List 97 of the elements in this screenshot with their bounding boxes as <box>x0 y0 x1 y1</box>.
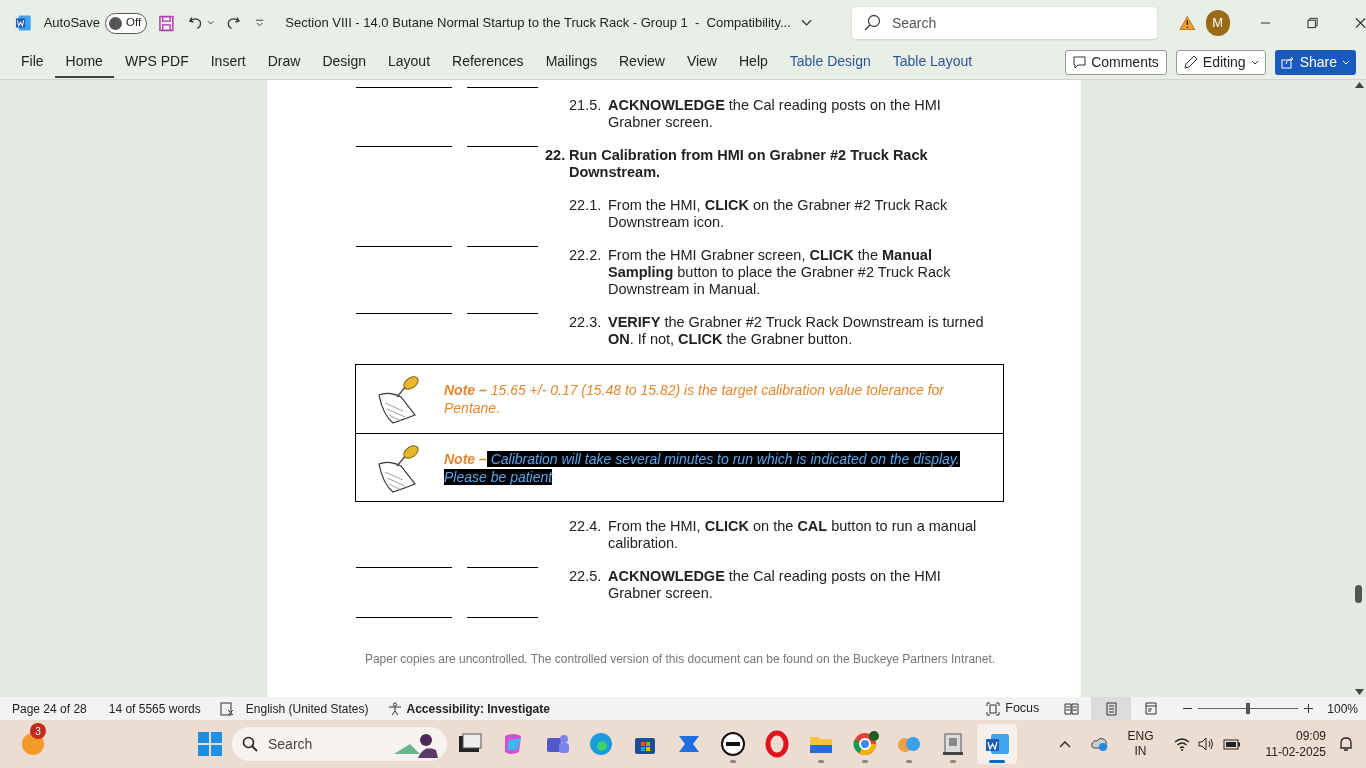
ribbon-tab[interactable]: Mailings <box>534 47 608 78</box>
chevron-down-icon[interactable] <box>800 19 812 27</box>
ribbon-tab[interactable]: Insert <box>199 47 257 78</box>
share-button[interactable]: Share <box>1274 50 1356 75</box>
step-text: Run Calibration from HMI on Grabner #2 Truck Rack Downstream. <box>569 147 929 181</box>
signoff-line <box>467 313 538 314</box>
vertical-scrollbar[interactable] <box>1352 80 1366 697</box>
opera-icon <box>763 730 791 758</box>
ribbon-tab[interactable]: Table Layout <box>881 47 984 78</box>
ribbon-tab[interactable]: Design <box>311 47 377 78</box>
windows-start-icon[interactable] <box>198 732 222 756</box>
zoom-thumb[interactable] <box>1246 703 1251 714</box>
pencil-icon <box>1182 55 1198 70</box>
signoff-line <box>467 567 538 568</box>
web-page-icon <box>1143 701 1159 716</box>
zoom-slider[interactable] <box>1198 702 1299 715</box>
edge-icon <box>587 730 615 758</box>
word-app-button[interactable] <box>977 724 1017 764</box>
comment-icon <box>1073 56 1087 69</box>
undo-icon[interactable] <box>188 15 203 31</box>
signoff-line <box>467 146 538 147</box>
close-icon[interactable] <box>1354 17 1366 29</box>
ribbon-tab[interactable]: Table Design <box>778 47 882 78</box>
customize-icon[interactable] <box>255 18 265 28</box>
ribbon-tab[interactable]: WPS PDF <box>113 47 200 78</box>
word-count[interactable]: 14 of 5565 words <box>108 699 201 718</box>
comments-button[interactable]: Comments <box>1065 50 1167 75</box>
step-number: 22.2. <box>569 247 603 265</box>
notification-bell-icon[interactable] <box>1338 736 1354 752</box>
volume-icon[interactable] <box>1197 737 1215 751</box>
step-number: 22.3. <box>569 314 603 332</box>
taskbar-search-field[interactable]: Search <box>232 727 447 761</box>
redo-icon[interactable] <box>226 15 241 31</box>
ribbon-tab[interactable]: View <box>675 47 728 78</box>
step-text: From the HMI, CLICK on the CAL button to run a manual calibration. <box>608 518 978 552</box>
step-text: VERIFY the Grabner #2 Truck Rack Downstream is turned ON. If not, CLICK the Grabner button. <box>608 314 985 348</box>
focus-button[interactable]: Focus <box>986 699 1040 718</box>
step-number: 22.4. <box>569 518 603 536</box>
step-number: 22. <box>545 147 567 165</box>
step-text: From the HMI Grabner screen, CLICK the Manual Sampling button to place the Grabner #2 Truck Rack Downstream in Manual. <box>608 247 952 298</box>
word-logo-icon <box>15 14 32 32</box>
proofing-icon[interactable] <box>219 701 234 716</box>
clock[interactable]: 09:09 11-02-2025 <box>1265 728 1326 760</box>
zoom-level[interactable]: 100% <box>1327 699 1358 718</box>
accessibility-icon[interactable] <box>387 701 402 716</box>
scroll-down-icon[interactable] <box>1354 689 1364 695</box>
user-avatar[interactable]: M <box>1205 10 1230 36</box>
signoff-line <box>467 617 538 618</box>
document-footer: Paper copies are uncontrolled. The controlled version of this document can be found on the Buckeye Partners Intranet. <box>267 650 1081 697</box>
ribbon-tab[interactable]: Review <box>608 47 676 78</box>
step-number: 22.1. <box>569 197 603 215</box>
editing-button[interactable]: Editing <box>1175 50 1266 75</box>
weather-icon[interactable] <box>22 733 44 755</box>
zoom-in-icon[interactable] <box>1304 704 1314 713</box>
scroll-thumb[interactable] <box>1355 585 1362 603</box>
ribbon-tab[interactable]: File <box>10 47 55 78</box>
save-icon[interactable] <box>159 14 175 32</box>
ribbon-tab[interactable]: References <box>441 47 535 78</box>
cloud-sync-icon[interactable] <box>1091 736 1110 752</box>
ribbon-tab[interactable]: Draw <box>256 47 312 78</box>
note-text: Note – 15.65 +/- 0.17 (15.48 to 15.82) is the target calibration value tolerance for Pentane. <box>444 381 946 417</box>
caret-icon <box>1342 59 1350 66</box>
chrome-icon <box>851 730 879 758</box>
signoff-line <box>467 87 538 88</box>
warning-icon[interactable] <box>1179 15 1196 31</box>
document-title: Section VIII - 14.0 Butane Normal Startup to the Truck Rack - Group 1 - Compatibility... <box>285 14 791 33</box>
language-status[interactable]: English (United States) <box>245 699 369 718</box>
focus-icon <box>986 701 1001 716</box>
ribbon-tab[interactable]: Home <box>54 47 114 78</box>
search-field[interactable]: Search <box>851 7 1158 39</box>
print-view-button[interactable] <box>1091 697 1132 720</box>
chevron-up-icon[interactable] <box>1059 740 1072 748</box>
caret-icon <box>1250 59 1259 66</box>
wifi-icon[interactable] <box>1173 737 1190 751</box>
page-icon <box>1103 701 1119 716</box>
autosave-label: AutoSave <box>43 14 100 33</box>
input-language[interactable]: ENG IN <box>1127 729 1154 759</box>
ribbon-tab[interactable]: Layout <box>377 47 442 78</box>
step-text: ACKNOWLEDGE the Cal reading posts on the HMI Grabner screen. <box>608 97 942 131</box>
step-number: 21.5. <box>569 97 603 115</box>
restore-icon[interactable] <box>1306 17 1318 29</box>
book-icon <box>1063 701 1079 716</box>
step-text: From the HMI, CLICK on the Grabner #2 Truck Rack Downstream icon. <box>608 197 949 231</box>
page-count[interactable]: Page 24 of 28 <box>12 699 87 718</box>
scroll-up-icon[interactable] <box>1354 82 1364 88</box>
search-icon <box>863 14 881 31</box>
accessibility-status[interactable]: Accessibility: Investigate <box>406 699 550 718</box>
battery-icon[interactable] <box>1222 738 1241 750</box>
ribbon-tab[interactable]: Help <box>728 47 779 78</box>
notification-badge: 3 <box>30 723 46 739</box>
share-icon <box>1280 56 1295 69</box>
search-icon <box>242 736 258 752</box>
step-number: 22.5. <box>569 568 603 586</box>
caret-icon[interactable] <box>206 20 215 26</box>
signoff-line <box>467 246 538 247</box>
step-text: ACKNOWLEDGE the Cal reading posts on the HMI Grabner screen. <box>608 568 942 602</box>
autosave-toggle[interactable]: Off <box>105 12 148 34</box>
